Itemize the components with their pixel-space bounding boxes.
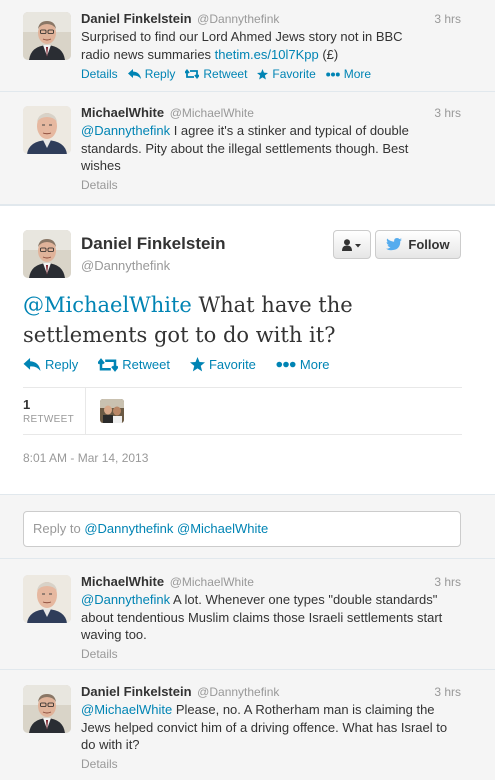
star-icon <box>189 357 205 372</box>
reply-icon <box>127 69 141 79</box>
tweet-link[interactable]: thetim.es/10l7Kpp <box>215 47 319 62</box>
tweet-actions: Details Reply Retweet Favorite More <box>81 67 461 81</box>
author-handle[interactable]: @Dannythefink <box>81 258 170 273</box>
reply-icon <box>23 358 41 371</box>
mention-link[interactable]: @Dannythefink <box>81 592 170 607</box>
author-handle[interactable]: @MichaelWhite <box>170 106 254 120</box>
retweet-button[interactable]: Retweet <box>185 67 247 81</box>
retweet-button[interactable]: Retweet <box>98 357 170 372</box>
more-icon <box>276 361 296 368</box>
mention-link[interactable]: @Dannythefink <box>81 123 170 138</box>
reply-area: Reply to @Dannythefink @MichaelWhite <box>0 495 495 559</box>
favorite-button[interactable]: Favorite <box>257 67 316 81</box>
avatar[interactable] <box>23 685 71 733</box>
author-name[interactable]: MichaelWhite <box>81 105 164 120</box>
tweet-text: @Dannythefink I agree it's a stinker and… <box>81 123 409 173</box>
author-name[interactable]: MichaelWhite <box>81 574 164 589</box>
tweet-actions: Reply Retweet Favorite More <box>23 357 330 372</box>
author-handle[interactable]: @MichaelWhite <box>170 575 254 589</box>
reply-input[interactable]: Reply to @Dannythefink @MichaelWhite <box>23 511 461 547</box>
star-icon <box>257 68 269 80</box>
reply-button[interactable]: Reply <box>127 67 175 81</box>
more-button[interactable]: More <box>276 357 330 372</box>
avatar[interactable] <box>23 106 71 154</box>
details-link[interactable]: Details <box>81 178 461 192</box>
avatar[interactable] <box>23 575 71 623</box>
tweet-item[interactable]: 3 hrs Daniel Finkelstein @Dannythefink @… <box>0 670 495 780</box>
reply-button[interactable]: Reply <box>23 357 78 372</box>
author-handle[interactable]: @Dannythefink <box>197 685 279 699</box>
tweet-stats: 1 RETWEET <box>23 387 462 435</box>
main-tweet-text: @MichaelWhite What have the settlements … <box>23 293 353 347</box>
tweet-text: @Dannythefink A lot. Whenever one types … <box>81 592 443 642</box>
retweet-count[interactable]: 1 <box>23 397 30 412</box>
more-button[interactable]: More <box>325 67 371 81</box>
favorite-button[interactable]: Favorite <box>189 357 256 372</box>
user-actions-button[interactable] <box>333 230 371 259</box>
user-icon <box>342 238 361 251</box>
tweet-item[interactable]: 3 hrs MichaelWhite @MichaelWhite @Dannyt… <box>0 559 495 670</box>
tweet-item[interactable]: 3 hrs Daniel Finkelstein @Dannythefink S… <box>0 0 495 92</box>
more-icon <box>325 72 340 76</box>
details-link[interactable]: Details <box>81 67 118 81</box>
divider <box>85 388 86 434</box>
tweet-item[interactable]: 3 hrs MichaelWhite @MichaelWhite @Dannyt… <box>0 92 495 205</box>
mention-link[interactable]: @MichaelWhite <box>23 293 192 317</box>
author-name[interactable]: Daniel Finkelstein <box>81 234 226 254</box>
tweet-timestamp[interactable]: 8:01 AM - Mar 14, 2013 <box>23 451 148 465</box>
avatar[interactable] <box>23 12 71 60</box>
follow-button[interactable]: Follow <box>375 230 461 259</box>
author-handle[interactable]: @Dannythefink <box>197 12 279 26</box>
avatar[interactable] <box>23 230 71 278</box>
tweet-text: @MichaelWhite Please, no. A Rotherham ma… <box>81 702 448 752</box>
retweet-icon <box>185 69 200 79</box>
retweeter-avatar[interactable] <box>100 399 124 423</box>
twitter-bird-icon <box>386 238 403 251</box>
mention-link[interactable]: @MichaelWhite <box>81 702 172 717</box>
details-link[interactable]: Details <box>81 647 461 661</box>
author-name[interactable]: Daniel Finkelstein <box>81 11 192 26</box>
details-link[interactable]: Details <box>81 757 461 771</box>
retweet-label: RETWEET <box>23 414 74 425</box>
author-name[interactable]: Daniel Finkelstein <box>81 684 192 699</box>
tweet-text: Surprised to find our Lord Ahmed Jews st… <box>81 29 403 62</box>
retweet-icon <box>98 357 119 372</box>
